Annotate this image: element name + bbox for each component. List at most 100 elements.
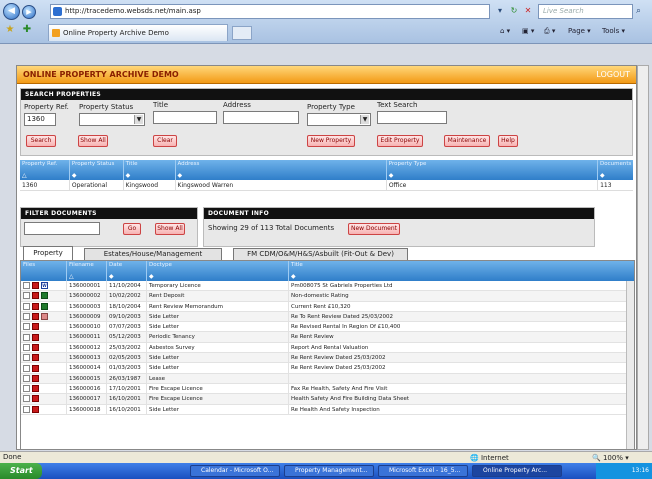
pdf-file-icon[interactable] xyxy=(32,405,39,413)
table-row[interactable]: 136000018 16/10/2001 Side Letter Re Health … xyxy=(21,404,634,415)
feeds-icon[interactable]: ▣ ▾ xyxy=(522,27,534,35)
column-header[interactable]: Files xyxy=(21,261,67,281)
help-button[interactable]: Help xyxy=(498,135,518,147)
tools-menu[interactable]: Tools ▾ xyxy=(602,27,625,35)
property-status-select[interactable]: ▼ xyxy=(79,113,145,126)
back-icon[interactable]: ◀ xyxy=(3,3,20,20)
pdf-file-icon[interactable] xyxy=(32,374,39,382)
table-row[interactable]: 136000015 26/03/1987 Lease xyxy=(21,373,634,384)
taskbar-item[interactable]: Calendar - Microsoft O... xyxy=(190,465,280,477)
documents-scrollbar[interactable] xyxy=(626,281,634,449)
show-all-documents-button[interactable]: Show All xyxy=(155,223,185,235)
column-header[interactable]: Title ◆ xyxy=(124,160,176,180)
tab-property[interactable]: Property xyxy=(23,246,73,260)
column-header[interactable]: Property Type ◆ xyxy=(387,160,598,180)
table-row[interactable]: 136000009 09/10/2003 Side Letter Re To Rent… xyxy=(21,311,634,323)
refresh-icon[interactable]: ↻ xyxy=(508,5,520,17)
column-header[interactable]: Documents ◆ xyxy=(598,160,633,180)
blank-file-icon[interactable] xyxy=(23,385,30,393)
blank-file-icon[interactable] xyxy=(23,343,30,351)
pdf-file-icon[interactable] xyxy=(32,282,39,290)
new-document-button[interactable]: New Document xyxy=(348,223,400,235)
blank-file-icon[interactable] xyxy=(23,333,30,341)
blank-file-icon[interactable] xyxy=(23,395,30,403)
blank-file-icon[interactable] xyxy=(23,282,30,290)
go-button[interactable]: Go xyxy=(123,223,141,235)
stop-icon[interactable]: ✕ xyxy=(522,5,534,17)
pdf-file-icon[interactable] xyxy=(32,364,39,372)
pdf-file-icon[interactable] xyxy=(32,302,39,310)
text-search-input[interactable] xyxy=(377,111,447,124)
blank-file-icon[interactable] xyxy=(23,364,30,372)
clear-button[interactable]: Clear xyxy=(153,135,177,147)
table-row[interactable]: 136000012 25/03/2002 Asbestos Survey Report… xyxy=(21,342,634,354)
column-header[interactable]: Property Status ◆ xyxy=(70,160,124,180)
blank-file-icon[interactable] xyxy=(23,292,30,300)
column-header[interactable]: Filename △ xyxy=(67,261,107,281)
taskbar-item[interactable]: Property Management... xyxy=(284,465,374,477)
taskbar-item[interactable]: Microsoft Excel - 16_5... xyxy=(378,465,468,477)
search-button[interactable]: Search xyxy=(26,135,56,147)
browser-tab[interactable]: Online Property Archive Demo xyxy=(48,24,228,41)
new-property-button[interactable]: New Property xyxy=(307,135,355,147)
tab-fm-cdm[interactable]: FM CDM/O&M/H&S/Asbuilt (Fit-Out & Dev) xyxy=(233,248,408,260)
tab-estates[interactable]: Estates/House/Management xyxy=(84,248,222,260)
page-menu[interactable]: Page ▾ xyxy=(568,27,591,35)
pdf-file-icon[interactable] xyxy=(32,385,39,393)
pdf-file-icon[interactable] xyxy=(32,395,39,403)
pdf-file-icon[interactable] xyxy=(32,354,39,362)
pdf-file-icon[interactable] xyxy=(32,333,39,341)
column-header[interactable]: Address ◆ xyxy=(176,160,387,180)
table-row[interactable]: 136000010 07/07/2003 Side Letter Re Revised… xyxy=(21,322,634,333)
maintenance-button[interactable]: Maintenance xyxy=(444,135,490,147)
address-input[interactable] xyxy=(223,111,299,124)
table-row[interactable]: 136000013 02/05/2003 Side Letter Re Rent Re… xyxy=(21,353,634,364)
table-row[interactable]: 1360 Operational Kingswood Kingswood War… xyxy=(20,180,633,191)
search-icon[interactable]: ⌕ xyxy=(636,4,650,19)
dropdown-icon[interactable]: ▾ xyxy=(494,5,506,17)
start-button[interactable]: Start xyxy=(0,463,42,479)
taskbar-item-active[interactable]: Online Property Arc... xyxy=(472,465,562,477)
column-header[interactable]: Property Ref. △ xyxy=(20,160,70,180)
edit-property-button[interactable]: Edit Property xyxy=(377,135,423,147)
print-icon[interactable]: ⎙ ▾ xyxy=(544,27,555,36)
live-search-input[interactable]: Live Search xyxy=(538,4,633,19)
logout-link[interactable]: LOGOUT xyxy=(596,70,630,79)
blank-file-icon[interactable] xyxy=(23,313,30,321)
property-type-select[interactable]: ▼ xyxy=(307,113,371,126)
column-header[interactable]: Date ◆ xyxy=(107,261,147,281)
blank-file-icon[interactable] xyxy=(23,374,30,382)
xls-file-icon[interactable] xyxy=(41,292,48,300)
title-input[interactable] xyxy=(153,111,217,124)
table-row[interactable]: 136000014 01/03/2003 Side Letter Re Rent Re… xyxy=(21,363,634,374)
page-scrollbar[interactable] xyxy=(637,65,649,450)
table-row[interactable]: 136000016 17/10/2001 Fire Escape Licence Fa… xyxy=(21,383,634,395)
property-ref-input[interactable]: 1360 xyxy=(24,113,56,126)
xls-file-icon[interactable] xyxy=(41,302,48,310)
address-bar[interactable]: http://tracedemo.websds.net/main.asp xyxy=(50,4,490,19)
blank-file-icon[interactable] xyxy=(23,323,30,331)
new-tab-button[interactable] xyxy=(232,26,252,40)
word-file-icon[interactable]: W xyxy=(41,282,48,290)
favorites-star-icon[interactable]: ★ xyxy=(3,23,17,37)
column-header[interactable]: Doctype ◆ xyxy=(147,261,289,281)
blank-file-icon[interactable] xyxy=(23,354,30,362)
pdf-file-icon[interactable] xyxy=(32,343,39,351)
forward-icon[interactable]: ▶ xyxy=(22,5,36,19)
pdf-file-icon[interactable] xyxy=(32,292,39,300)
filter-input[interactable] xyxy=(24,222,100,235)
pdf-file-icon[interactable] xyxy=(32,323,39,331)
column-header[interactable]: Title ◆ xyxy=(289,261,628,281)
table-row[interactable]: 136000011 05/12/2003 Periodic Tenancy Re Re… xyxy=(21,332,634,343)
home-icon[interactable]: ⌂ ▾ xyxy=(500,27,510,35)
ppt-file-icon[interactable] xyxy=(41,313,48,321)
table-row[interactable]: 136000003 18/10/2004 Rent Review Memorandu… xyxy=(21,301,634,312)
table-row[interactable]: W 136000001 11/10/2004 Temporary Licence Pm0… xyxy=(21,281,634,292)
table-row[interactable]: 136000017 16/10/2001 Fire Escape Licence He… xyxy=(21,394,634,405)
show-all-button[interactable]: Show All xyxy=(78,135,108,147)
add-favorite-icon[interactable]: ✚ xyxy=(20,23,34,37)
blank-file-icon[interactable] xyxy=(23,302,30,310)
table-row[interactable]: 136000002 10/02/2002 Rent Deposit Non-domes… xyxy=(21,291,634,302)
pdf-file-icon[interactable] xyxy=(32,313,39,321)
blank-file-icon[interactable] xyxy=(23,405,30,413)
